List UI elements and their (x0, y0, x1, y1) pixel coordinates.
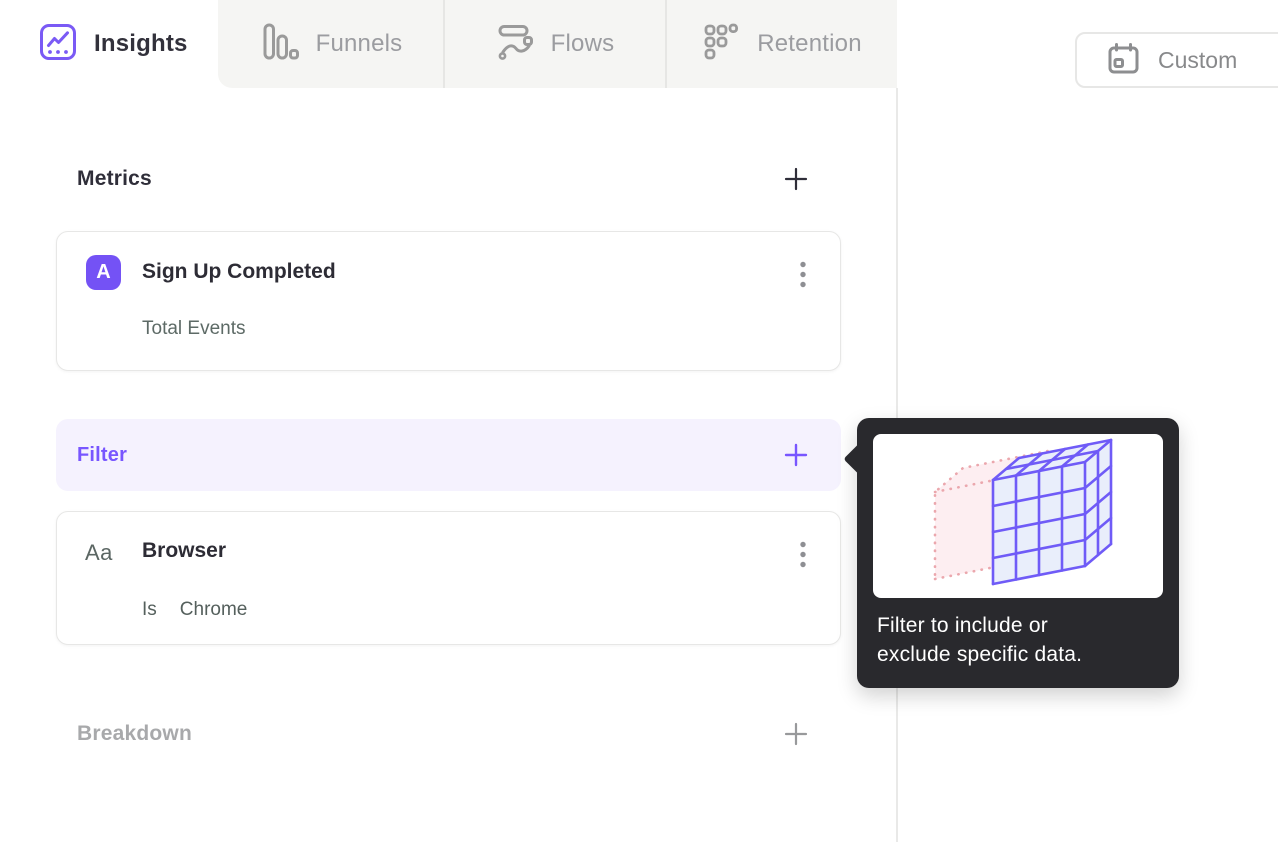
metric-aggregation[interactable]: Total Events (142, 318, 246, 340)
filter-operator[interactable]: Is (142, 599, 157, 621)
tab-divider (443, 0, 445, 88)
tab-flows[interactable]: Flows (447, 0, 665, 88)
filter-cube-illustration (873, 434, 1163, 598)
tab-insights-label: Insights (94, 30, 188, 57)
filter-options-button[interactable] (796, 539, 810, 571)
retention-dots-icon (704, 23, 740, 66)
kebab-icon (800, 261, 806, 288)
filter-card[interactable]: Aa Browser Is Chrome (56, 511, 841, 645)
tab-flows-label: Flows (550, 30, 615, 57)
tooltip-arrow (843, 443, 875, 475)
metric-badge-a: A (86, 255, 121, 290)
tooltip-text-line1: Filter to include or (877, 614, 1048, 637)
filter-title: Filter (77, 443, 128, 466)
insights-chart-icon (39, 23, 77, 66)
tooltip-text-line2: exclude specific data. (877, 643, 1083, 666)
add-breakdown-button[interactable] (782, 720, 810, 748)
kebab-icon (800, 541, 806, 568)
tab-retention[interactable]: Retention (669, 0, 897, 88)
tab-funnels[interactable]: Funnels (222, 0, 443, 88)
filter-tooltip: Filter to include or exclude specific da… (843, 418, 1179, 688)
filter-property-name: Browser (142, 539, 227, 562)
filter-value[interactable]: Chrome (180, 599, 248, 621)
flows-stream-icon (498, 24, 534, 65)
filter-condition[interactable]: Is Chrome (142, 599, 247, 621)
metrics-section-header: Metrics (56, 156, 841, 202)
metrics-title: Metrics (77, 167, 152, 190)
tab-funnels-label: Funnels (315, 30, 403, 57)
add-metric-button[interactable] (782, 165, 810, 193)
plus-icon (784, 167, 808, 191)
filter-section-header: Filter (56, 419, 841, 491)
plus-icon (784, 443, 808, 467)
tab-divider (665, 0, 667, 88)
string-property-icon: Aa (85, 540, 113, 565)
plus-icon (784, 722, 808, 746)
funnels-bars-icon (263, 23, 299, 66)
tab-retention-label: Retention (757, 30, 862, 57)
metric-card[interactable]: A Sign Up Completed Total Events (56, 231, 841, 371)
cube-grid-icon (933, 438, 1113, 586)
add-filter-button[interactable] (782, 441, 810, 469)
date-range-label: Custom (1158, 46, 1238, 73)
tooltip-text: Filter to include or exclude specific da… (877, 611, 1082, 669)
insights-report-screen: Insights Funnels Flows Retention Custom … (0, 0, 1278, 842)
breakdown-section-header: Breakdown (56, 711, 841, 757)
calendar-icon (1107, 42, 1140, 78)
metric-options-button[interactable] (796, 259, 810, 291)
tab-insights[interactable]: Insights (0, 0, 218, 88)
metric-title: Sign Up Completed (142, 260, 336, 283)
date-range-button[interactable]: Custom (1075, 32, 1278, 88)
breakdown-title: Breakdown (77, 722, 192, 745)
